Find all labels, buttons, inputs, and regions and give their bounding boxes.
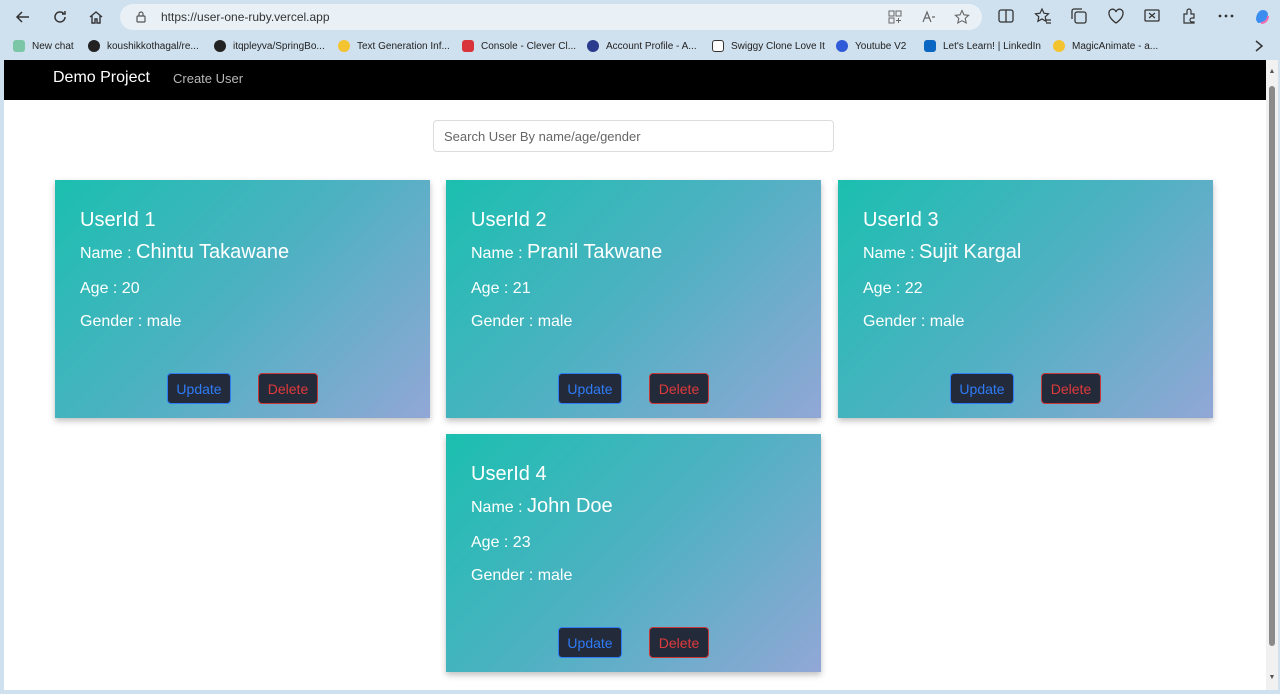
name-prefix: Name :	[471, 245, 523, 262]
hugging-face-icon	[1053, 40, 1065, 52]
name-prefix: Name :	[80, 245, 132, 262]
bookmark-item[interactable]: Youtube V2	[836, 38, 906, 54]
update-button[interactable]: Update	[558, 627, 622, 658]
delete-button[interactable]: Delete	[649, 627, 709, 658]
scrollbar-thumb[interactable]	[1269, 86, 1275, 646]
screenshot-icon[interactable]	[1143, 7, 1161, 25]
user-age: Age : 23	[471, 534, 531, 551]
scroll-down-icon[interactable]: ▼	[1268, 674, 1276, 682]
favorites-icon[interactable]	[1034, 7, 1052, 25]
user-gender: Gender : male	[471, 313, 573, 330]
extensions-icon[interactable]	[1180, 7, 1198, 25]
more-menu-icon[interactable]	[1217, 7, 1235, 25]
favorite-star-icon[interactable]	[954, 9, 970, 25]
name-value: Sujit Kargal	[919, 241, 1022, 263]
user-id: UserId 3	[863, 209, 939, 231]
search-input[interactable]	[433, 120, 834, 152]
bookmark-item[interactable]: Swiggy Clone Love It	[712, 38, 825, 54]
user-name: Name : John Doe	[471, 495, 613, 518]
user-name: Name : Sujit Kargal	[863, 241, 1021, 264]
bookmark-item[interactable]: itqpleyva/SpringBo...	[214, 38, 325, 54]
user-age: Age : 21	[471, 280, 531, 297]
github-icon	[88, 40, 100, 52]
lock-icon	[136, 11, 146, 23]
collections-icon[interactable]	[1070, 7, 1088, 25]
youtube-v2-icon	[836, 40, 848, 52]
browser-essentials-icon[interactable]	[1107, 7, 1125, 25]
github-icon	[214, 40, 226, 52]
user-gender: Gender : male	[863, 313, 965, 330]
browser-toolbar: https://user-one-ruby.vercel.app	[0, 0, 1280, 34]
user-age: Age : 20	[80, 280, 140, 297]
page-viewport: Demo Project Create User UserId 1 Name :…	[4, 60, 1278, 690]
address-bar[interactable]: https://user-one-ruby.vercel.app	[120, 4, 982, 30]
user-gender: Gender : male	[471, 567, 573, 584]
name-prefix: Name :	[471, 499, 523, 516]
account-profile-icon	[587, 40, 599, 52]
bookmark-item[interactable]: Console - Clever Cl...	[462, 38, 576, 54]
bookmark-item[interactable]: Text Generation Inf...	[338, 38, 450, 54]
name-value: John Doe	[527, 495, 613, 517]
user-card: UserId 4 Name : John Doe Age : 23 Gender…	[446, 434, 821, 672]
user-id: UserId 4	[471, 463, 547, 485]
user-age: Age : 22	[863, 280, 923, 297]
user-name: Name : Pranil Takwane	[471, 241, 662, 264]
bookmark-item[interactable]: Let's Learn! | LinkedIn	[924, 38, 1041, 54]
user-card: UserId 2 Name : Pranil Takwane Age : 21 …	[446, 180, 821, 418]
brand-link[interactable]: Demo Project	[53, 69, 150, 87]
split-screen-icon[interactable]	[997, 7, 1015, 25]
create-user-link[interactable]: Create User	[173, 71, 243, 86]
bookmark-item[interactable]: New chat	[13, 38, 74, 54]
user-gender: Gender : male	[80, 313, 182, 330]
bookmark-favicon-icon	[13, 40, 25, 52]
update-button[interactable]: Update	[558, 373, 622, 404]
user-card: UserId 3 Name : Sujit Kargal Age : 22 Ge…	[838, 180, 1213, 418]
linkedin-icon	[924, 40, 936, 52]
user-card: UserId 1 Name : Chintu Takawane Age : 20…	[55, 180, 430, 418]
read-aloud-icon[interactable]	[921, 9, 937, 25]
delete-button[interactable]: Delete	[1041, 373, 1101, 404]
bookmark-item[interactable]: Account Profile - A...	[587, 38, 697, 54]
chevron-right-icon[interactable]	[1252, 38, 1266, 54]
refresh-icon[interactable]	[47, 5, 73, 29]
user-id: UserId 2	[471, 209, 547, 231]
copilot-icon[interactable]	[1252, 6, 1272, 26]
user-name: Name : Chintu Takawane	[80, 241, 289, 264]
app-navbar: Demo Project Create User	[4, 60, 1266, 100]
name-prefix: Name :	[863, 245, 915, 262]
back-icon[interactable]	[10, 5, 36, 29]
home-icon[interactable]	[83, 5, 109, 29]
hugging-face-icon	[338, 40, 350, 52]
url-text: https://user-one-ruby.vercel.app	[161, 10, 330, 24]
scroll-up-icon[interactable]: ▲	[1268, 68, 1276, 76]
bookmark-item[interactable]: MagicAnimate - a...	[1053, 38, 1158, 54]
user-id: UserId 1	[80, 209, 156, 231]
update-button[interactable]: Update	[167, 373, 231, 404]
name-value: Chintu Takawane	[136, 241, 290, 263]
app-available-icon[interactable]	[887, 9, 903, 25]
delete-button[interactable]: Delete	[258, 373, 318, 404]
update-button[interactable]: Update	[950, 373, 1014, 404]
name-value: Pranil Takwane	[527, 241, 663, 263]
bookmark-item[interactable]: koushikkothagal/re...	[88, 38, 199, 54]
vertical-scrollbar[interactable]: ▲ ▼	[1266, 60, 1278, 690]
bookmarks-bar: New chat koushikkothagal/re... itqpleyva…	[0, 34, 1280, 58]
clever-cloud-icon	[462, 40, 474, 52]
delete-button[interactable]: Delete	[649, 373, 709, 404]
page-icon	[712, 40, 724, 52]
